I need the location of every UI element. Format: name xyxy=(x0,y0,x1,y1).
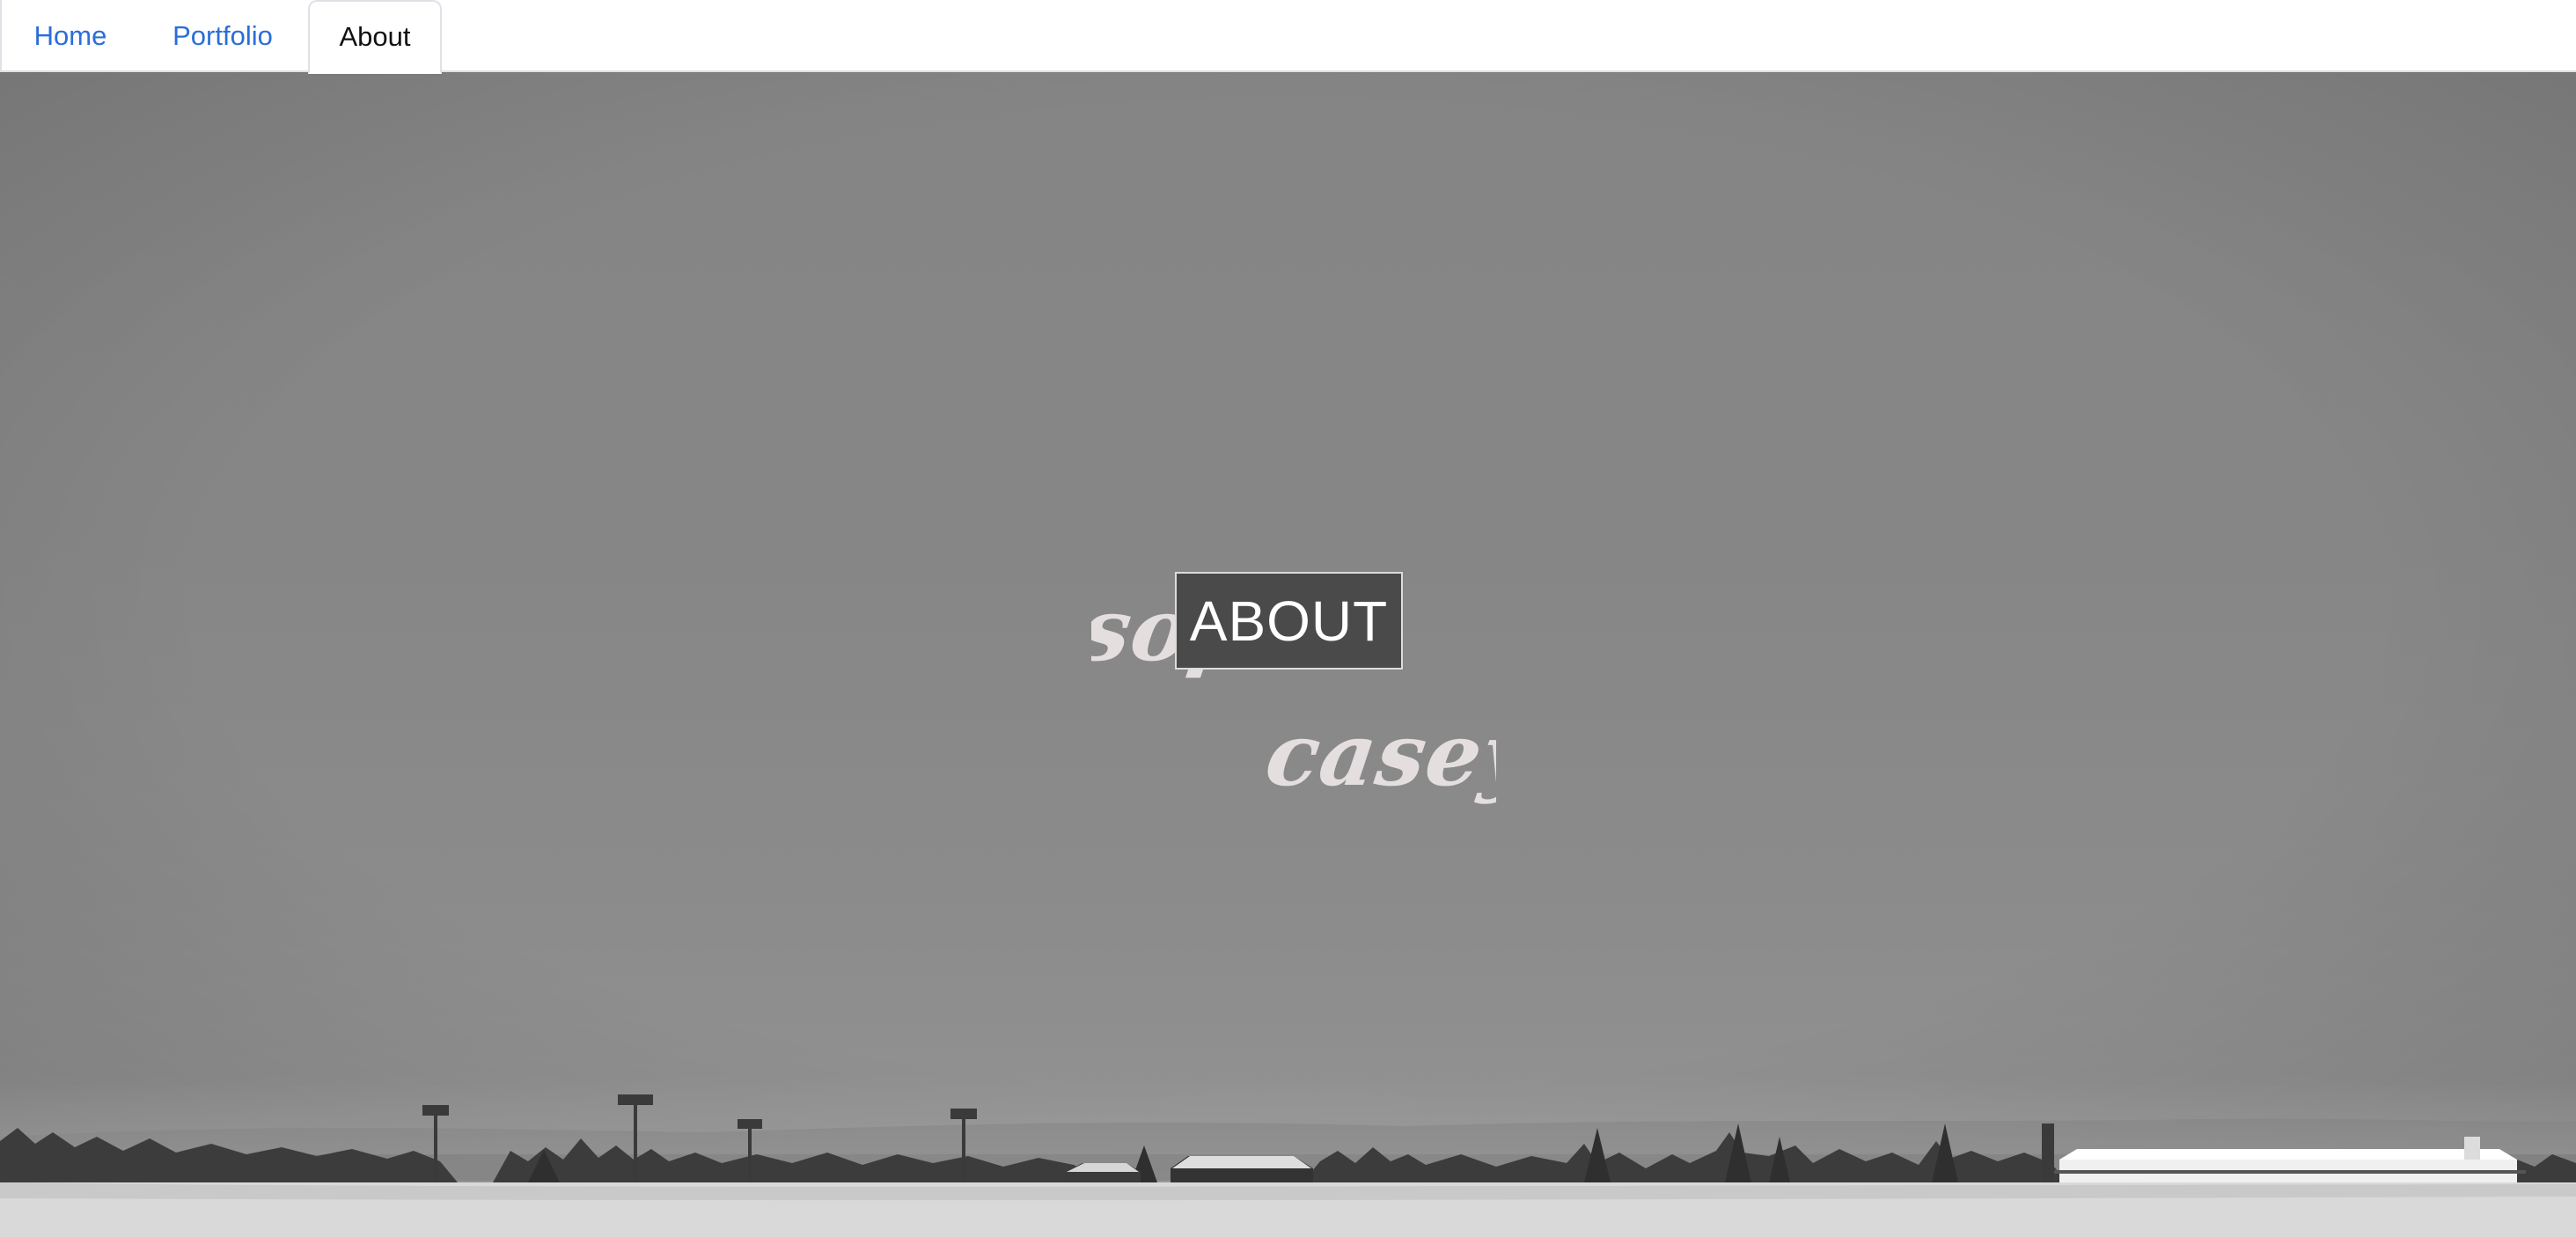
tab-portfolio[interactable]: Portfolio xyxy=(137,0,308,72)
page-title: ABOUT xyxy=(1189,589,1389,653)
logo-word-bottom: casey xyxy=(1260,705,1496,805)
top-nav-tabs: Home Portfolio About xyxy=(0,0,2576,74)
hero-banner: sophia casey ABOUT xyxy=(0,72,2576,1237)
page-title-box: ABOUT xyxy=(1175,572,1403,670)
tab-about[interactable]: About xyxy=(308,0,442,74)
tab-home[interactable]: Home xyxy=(4,0,137,72)
